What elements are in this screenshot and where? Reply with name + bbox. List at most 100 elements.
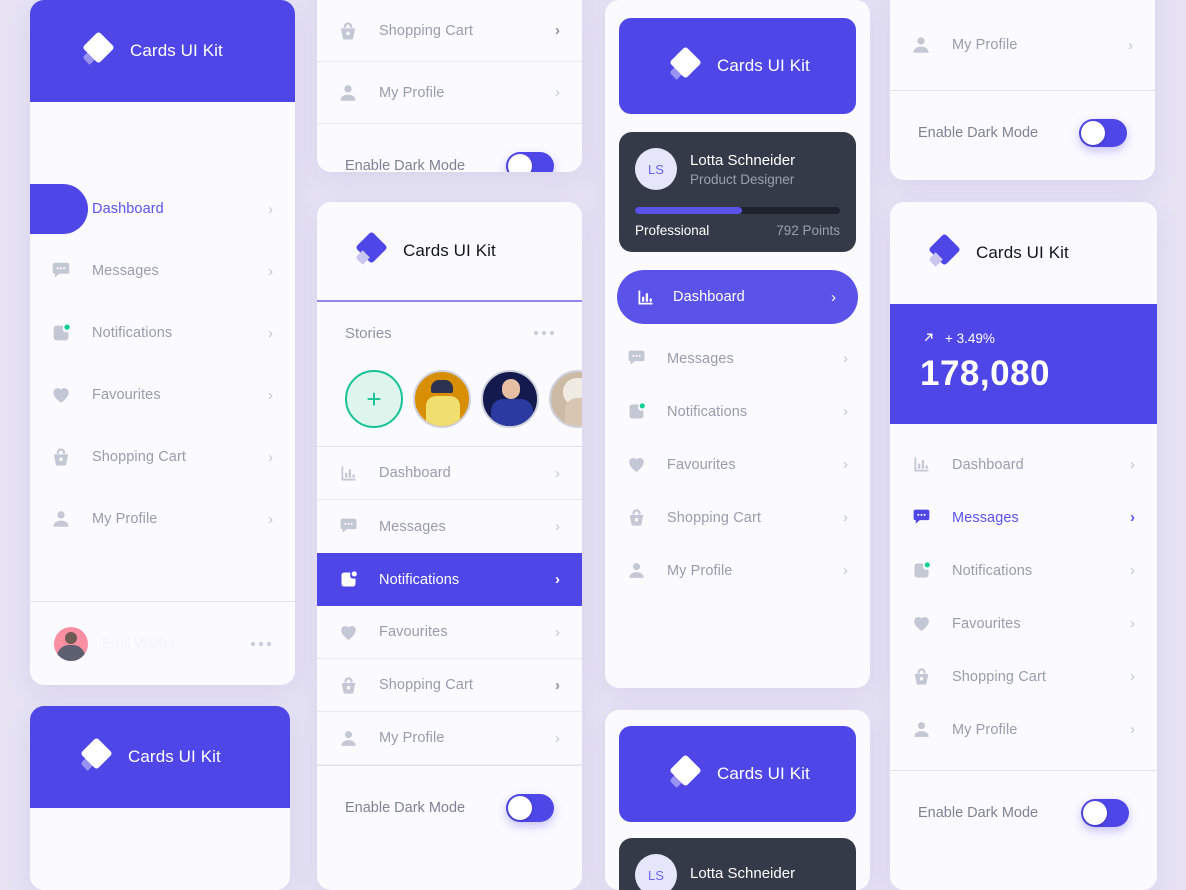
notification-icon xyxy=(890,560,952,581)
stat-delta-row: + 3.49% xyxy=(920,330,1127,346)
card-profile-menu: Cards UI Kit LS Lotta Schneider Product … xyxy=(605,0,870,688)
menu-item-shopping-cart[interactable]: Shopping Cart › xyxy=(605,491,870,544)
menu-item-notifications[interactable]: Notifications › xyxy=(317,553,582,606)
menu-item-shopping-cart[interactable]: Shopping Cart › xyxy=(317,0,582,62)
person-icon xyxy=(890,719,952,740)
chevron-right-icon: › xyxy=(1130,668,1135,685)
menu-item-notifications[interactable]: Notifications › xyxy=(890,544,1157,597)
menu-item-notifications[interactable]: Notifications › xyxy=(605,385,870,438)
sidebar-item-notifications[interactable]: Notifications › xyxy=(30,302,295,364)
chat-bubble-icon xyxy=(890,507,952,528)
menu-item-my-profile[interactable]: My Profile › xyxy=(605,544,870,597)
menu-item-label: My Profile xyxy=(379,730,445,746)
profile-role: Product Designer xyxy=(690,171,795,187)
sidebar-user-row[interactable]: Emil Walter xyxy=(30,601,295,685)
cards-ui-kit-logo-icon xyxy=(82,31,116,68)
progress-bar xyxy=(635,207,840,214)
more-options-icon[interactable] xyxy=(251,641,271,646)
chevron-right-icon: › xyxy=(1130,456,1135,473)
chevron-right-icon: › xyxy=(268,510,273,528)
menu-item-shopping-cart[interactable]: Shopping Cart › xyxy=(890,650,1157,703)
brand-title: Cards UI Kit xyxy=(717,56,810,75)
user-profile-card: LS Lotta Schneider xyxy=(619,838,856,890)
profile-tier: Professional xyxy=(635,223,710,238)
menu-item-label: Notifications xyxy=(379,571,460,588)
person-icon xyxy=(890,34,952,56)
chevron-right-icon: › xyxy=(555,676,560,694)
dark-mode-row[interactable]: Enable Dark Mode xyxy=(890,770,1157,854)
dark-mode-row[interactable]: Enable Dark Mode xyxy=(890,90,1155,174)
chevron-right-icon: › xyxy=(268,200,273,218)
menu-item-label: Favourites xyxy=(952,615,1021,632)
menu-item-label: Messages xyxy=(379,518,446,535)
chevron-right-icon: › xyxy=(555,571,560,588)
story-item[interactable] xyxy=(413,370,471,428)
dark-mode-toggle[interactable] xyxy=(506,152,554,172)
menu-item-dashboard[interactable]: Dashboard › xyxy=(317,447,582,500)
sidebar-item-label: Shopping Cart xyxy=(92,449,186,465)
dark-mode-row[interactable]: Enable Dark Mode xyxy=(317,124,582,172)
menu-item-messages[interactable]: Messages › xyxy=(605,332,870,385)
stories-list[interactable]: + xyxy=(317,364,582,446)
brand-header: Cards UI Kit xyxy=(619,726,856,822)
chevron-right-icon: › xyxy=(831,288,836,306)
sidebar-item-my-profile[interactable]: My Profile › xyxy=(30,488,295,550)
add-story-button[interactable]: + xyxy=(345,370,403,428)
screenshot-root: Cards UI Kit Dashboard › Messages › Noti… xyxy=(0,0,1186,890)
card-sidebar-bottom-partial: Cards UI Kit xyxy=(30,706,290,890)
sidebar-item-favourites[interactable]: Favourites › xyxy=(30,364,295,426)
sidebar-item-dashboard[interactable]: Dashboard › xyxy=(30,178,295,240)
cards-ui-kit-logo-icon xyxy=(355,231,389,268)
menu-item-favourites[interactable]: Favourites › xyxy=(317,606,582,659)
menu-item-messages[interactable]: Messages › xyxy=(317,500,582,553)
chevron-right-icon: › xyxy=(555,464,560,482)
menu-item-favourites[interactable]: Favourites › xyxy=(605,438,870,491)
dark-mode-toggle[interactable] xyxy=(506,793,554,822)
more-options-icon[interactable] xyxy=(534,331,554,335)
person-icon xyxy=(30,508,92,530)
brand-title: Cards UI Kit xyxy=(717,764,810,783)
bar-chart-icon xyxy=(617,287,673,308)
menu-item-my-profile[interactable]: My Profile › xyxy=(317,712,582,765)
chevron-right-icon: › xyxy=(1130,615,1135,632)
dark-mode-toggle[interactable] xyxy=(1079,118,1127,147)
chevron-right-icon: › xyxy=(843,562,848,579)
cards-ui-kit-logo-icon xyxy=(669,46,703,83)
sidebar-item-messages[interactable]: Messages › xyxy=(30,240,295,302)
card-profile-bottom-partial: Cards UI Kit LS Lotta Schneider xyxy=(605,710,870,890)
brand-header: Cards UI Kit xyxy=(30,0,295,102)
trend-up-icon xyxy=(924,333,933,342)
menu-item-my-profile[interactable]: My Profile › xyxy=(890,0,1155,90)
dark-mode-row[interactable]: Enable Dark Mode xyxy=(317,765,582,849)
dark-mode-label: Enable Dark Mode xyxy=(345,158,466,172)
brand-header: Cards UI Kit xyxy=(30,706,290,808)
profile-points: 792 Points xyxy=(776,223,840,238)
stat-delta-value: + 3.49% xyxy=(945,330,995,346)
menu-item-shopping-cart[interactable]: Shopping Cart › xyxy=(317,659,582,712)
notification-icon xyxy=(605,401,667,422)
menu-item-dashboard[interactable]: Dashboard › xyxy=(617,270,858,324)
story-item[interactable] xyxy=(481,370,539,428)
sidebar-item-label: Favourites xyxy=(92,387,161,403)
sidebar-item-shopping-cart[interactable]: Shopping Cart › xyxy=(30,426,295,488)
menu-item-dashboard[interactable]: Dashboard › xyxy=(890,438,1157,491)
menu-item-label: My Profile xyxy=(952,721,1018,738)
menu-item-label: Favourites xyxy=(667,456,736,473)
chevron-right-icon: › xyxy=(268,448,273,466)
chevron-right-icon: › xyxy=(555,22,560,39)
story-item[interactable] xyxy=(549,370,582,428)
notification-icon xyxy=(317,569,379,590)
menu-item-my-profile[interactable]: My Profile › xyxy=(890,703,1157,756)
menu-item-favourites[interactable]: Favourites › xyxy=(890,597,1157,650)
sidebar-item-label: Dashboard xyxy=(92,201,164,217)
chevron-right-icon: › xyxy=(555,84,560,101)
sidebar-item-label: My Profile xyxy=(92,511,158,527)
menu-item-my-profile[interactable]: My Profile › xyxy=(317,62,582,124)
chevron-right-icon: › xyxy=(1130,562,1135,579)
heart-icon xyxy=(317,622,379,643)
menu-item-label: My Profile xyxy=(667,562,733,579)
menu-item-label: My Profile xyxy=(952,37,1018,53)
menu-item-messages[interactable]: Messages › xyxy=(890,491,1157,544)
dark-mode-toggle[interactable] xyxy=(1081,798,1129,827)
card-sidebar-main: Cards UI Kit Dashboard › Messages › Noti… xyxy=(30,0,295,685)
